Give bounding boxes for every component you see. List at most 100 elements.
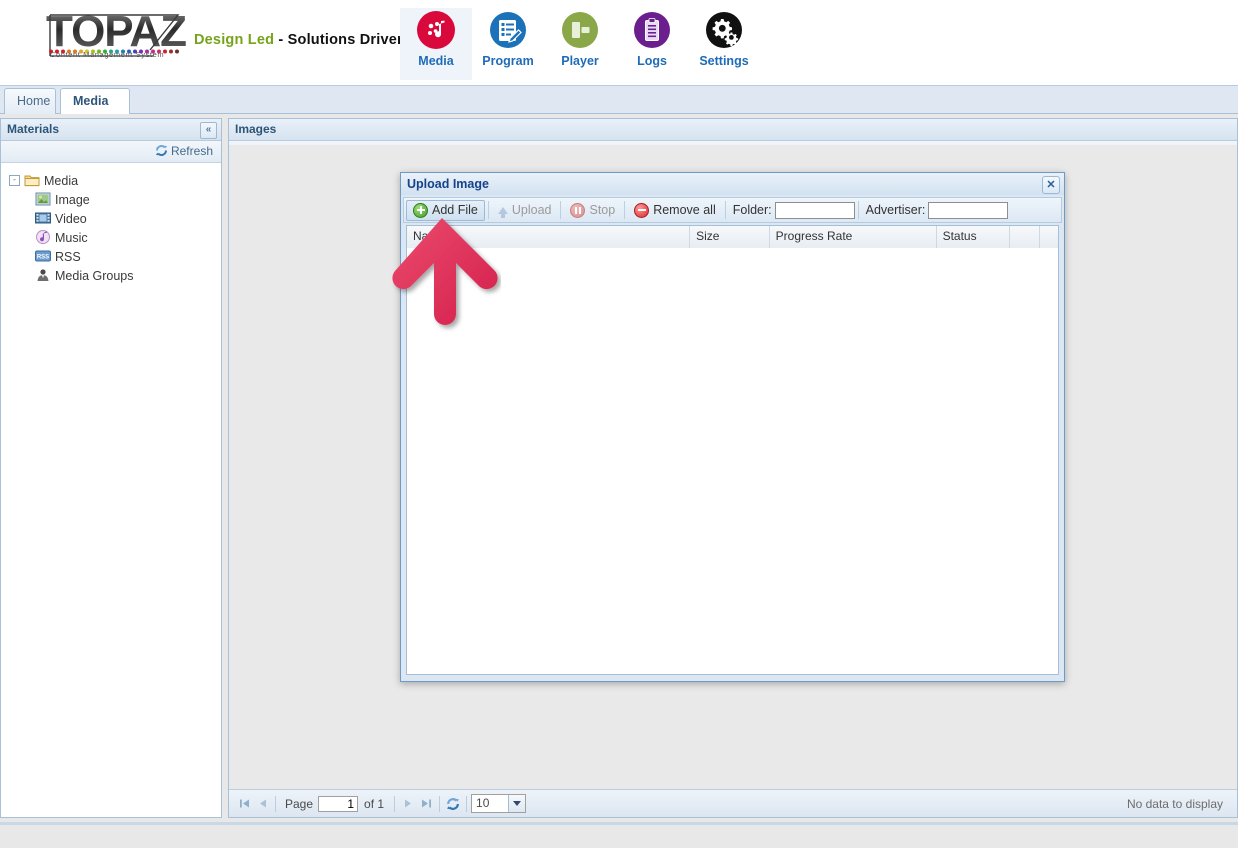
grid-status-text: No data to display: [1127, 797, 1231, 811]
collapse-sidebar-button[interactable]: «: [200, 122, 217, 139]
brand-logo[interactable]: TOPAZ: [46, 10, 391, 72]
grid-body-empty: [407, 248, 1058, 674]
materials-panel-header: Materials «: [1, 119, 221, 141]
nav-label-media: Media: [418, 54, 453, 68]
grid-column-progress-rate[interactable]: Progress Rate: [770, 226, 937, 248]
logs-icon: [633, 11, 671, 49]
materials-tree: - Media Ima: [1, 163, 221, 285]
tree-label-video: Video: [55, 212, 87, 226]
folder-label: Folder:: [733, 203, 772, 217]
dialog-stop-label: Stop: [589, 203, 615, 217]
nav-item-player[interactable]: Player: [544, 8, 616, 80]
pager-divider-4: [466, 796, 467, 812]
tree-node-video[interactable]: Video: [9, 209, 221, 228]
music-icon: [35, 230, 51, 245]
nav-label-settings: Settings: [699, 54, 748, 68]
add-file-button[interactable]: Add File: [406, 200, 485, 221]
tab-home[interactable]: Home: [4, 88, 56, 114]
grid-column-status[interactable]: Status: [937, 226, 1011, 248]
first-page-button[interactable]: [235, 795, 253, 813]
stop-icon: [570, 203, 585, 218]
folder-input[interactable]: [775, 202, 855, 219]
window-footer: [0, 822, 1238, 848]
dialog-title-bar[interactable]: Upload Image ✕: [401, 173, 1064, 195]
tree-label-rss: RSS: [55, 250, 81, 264]
nav-item-settings[interactable]: Settings: [688, 8, 760, 80]
dialog-toolbar-divider: [488, 201, 489, 219]
remove-all-label: Remove all: [653, 203, 716, 217]
page-label: Page: [285, 797, 313, 811]
image-icon: [35, 192, 51, 207]
tagline-dark: - Solutions Driven: [278, 32, 406, 48]
media-groups-icon: [35, 268, 51, 283]
nav-item-program[interactable]: Program: [472, 8, 544, 80]
logo-subtitle: Content Management System: [50, 50, 164, 59]
refresh-icon: [155, 143, 168, 164]
nav-item-logs[interactable]: Logs: [616, 8, 688, 80]
refresh-grid-button[interactable]: [444, 795, 462, 813]
pager-divider-2: [394, 796, 395, 812]
last-page-button[interactable]: [417, 795, 435, 813]
pagination-bar: Page of 1 10: [229, 789, 1237, 817]
refresh-label: Refresh: [171, 144, 213, 158]
grid-column-size[interactable]: Size: [690, 226, 770, 248]
refresh-button[interactable]: Refresh: [155, 144, 213, 158]
dialog-toolbar-divider-3: [624, 201, 625, 219]
next-page-button[interactable]: [399, 795, 417, 813]
dialog-upload-label: Upload: [512, 203, 552, 217]
materials-toolbar: Refresh: [1, 141, 221, 163]
add-file-label: Add File: [432, 203, 478, 217]
program-icon: [489, 11, 527, 49]
dialog-stop-button[interactable]: Stop: [564, 200, 621, 221]
dialog-advertiser-label: Advertiser:: [866, 203, 926, 217]
dialog-advertiser-input[interactable]: [928, 202, 1008, 219]
settings-icon: [705, 11, 743, 49]
nav-label-player: Player: [561, 54, 599, 68]
dialog-title: Upload Image: [407, 177, 489, 191]
nav-item-media[interactable]: Media: [400, 8, 472, 80]
tab-media[interactable]: Mediax: [60, 88, 130, 114]
dialog-toolbar-divider-5: [858, 201, 859, 219]
page-number-input[interactable]: [318, 796, 358, 812]
video-icon: [35, 211, 51, 226]
pager-divider-3: [439, 796, 440, 812]
brand-tagline: Design Led - Solutions Driven: [194, 32, 406, 48]
grid-column-name[interactable]: Name: [407, 226, 690, 248]
grid-column-extra-2[interactable]: [1040, 226, 1058, 248]
close-icon[interactable]: ✕: [1042, 176, 1060, 194]
tab-media-label: Media: [73, 94, 108, 108]
folder-icon: [24, 173, 40, 188]
tree-node-rss[interactable]: RSS RSS: [9, 247, 221, 266]
app-header: TOPAZ: [0, 0, 1238, 86]
add-icon: [413, 203, 428, 218]
tree-node-media-groups[interactable]: Media Groups: [9, 266, 221, 285]
tree-label-image: Image: [55, 193, 90, 207]
upload-file-grid: Name Size Progress Rate Status: [406, 225, 1059, 675]
tree-label-media-groups: Media Groups: [55, 269, 134, 283]
dialog-toolbar-divider-4: [725, 201, 726, 219]
tree-label-media: Media: [44, 174, 78, 188]
grid-column-extra-1[interactable]: [1010, 226, 1040, 248]
page-size-select[interactable]: 10: [471, 794, 526, 813]
tree-node-media[interactable]: - Media: [9, 171, 221, 190]
footer-divider: [0, 822, 1238, 825]
chevron-down-icon[interactable]: [508, 795, 525, 812]
materials-panel: Materials « Refresh -: [0, 118, 222, 818]
tree-node-image[interactable]: Image: [9, 190, 221, 209]
images-title: Images: [235, 122, 276, 136]
prev-page-button[interactable]: [253, 795, 271, 813]
application-window: TOPAZ: [0, 0, 1238, 848]
logo-dot-row: [48, 43, 184, 48]
tree-expander-media[interactable]: -: [9, 175, 20, 186]
grid-header-row: Name Size Progress Rate Status: [407, 226, 1058, 249]
dialog-upload-button[interactable]: Upload: [492, 200, 558, 221]
dialog-toolbar: Add File Upload Stop Remove all Folder: …: [403, 197, 1062, 223]
tab-home-label: Home: [17, 94, 50, 108]
tree-node-music[interactable]: Music: [9, 228, 221, 247]
tagline-green: Design Led: [194, 32, 274, 48]
remove-all-button[interactable]: Remove all: [628, 200, 722, 221]
page-size-value: 10: [476, 796, 489, 810]
primary-nav: Media Program: [400, 8, 760, 80]
tab-strip: Home Mediax: [0, 86, 1238, 114]
nav-label-logs: Logs: [637, 54, 667, 68]
